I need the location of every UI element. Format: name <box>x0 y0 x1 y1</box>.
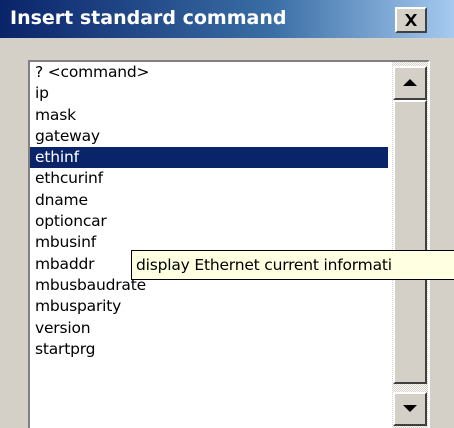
up-arrow-icon <box>403 79 417 86</box>
list-item[interactable]: startprg <box>30 339 388 360</box>
list-item[interactable]: ? <command> <box>30 62 388 83</box>
command-listbox[interactable]: ? <command> ip mask gateway ethinf ethcurinf d… <box>28 60 430 428</box>
close-button[interactable] <box>395 7 427 33</box>
command-tooltip: display Ethernet current informati <box>131 250 454 280</box>
list-item[interactable]: gateway <box>30 126 388 147</box>
down-arrow-icon <box>403 405 417 412</box>
list-item[interactable]: ip <box>30 83 388 104</box>
list-item[interactable]: optioncar <box>30 211 388 232</box>
list-item[interactable]: dname <box>30 190 388 211</box>
list-item[interactable]: ethinf <box>30 147 388 169</box>
scroll-down-button[interactable] <box>393 392 427 426</box>
scroll-thumb[interactable] <box>393 100 427 384</box>
scroll-up-button[interactable] <box>393 66 427 100</box>
dialog-title: Insert standard command <box>10 7 287 29</box>
close-icon <box>405 14 417 26</box>
list-item[interactable]: ethcurinf <box>30 168 388 189</box>
list-item[interactable]: mask <box>30 105 388 126</box>
insert-command-dialog: Insert standard command ? <command> ip mas… <box>0 0 454 428</box>
vertical-scrollbar[interactable] <box>392 62 428 428</box>
list-item[interactable]: mbusparity <box>30 296 388 317</box>
command-list: ? <command> ip mask gateway ethinf ethcurinf d… <box>30 62 388 360</box>
title-bar[interactable]: Insert standard command <box>0 0 454 38</box>
list-item[interactable]: version <box>30 318 388 339</box>
